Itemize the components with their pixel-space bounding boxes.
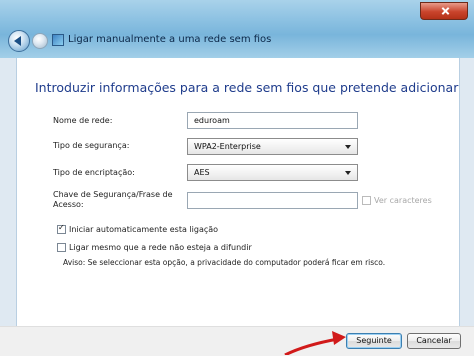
security-type-label: Tipo de segurança: xyxy=(53,141,130,150)
wireless-network-icon xyxy=(52,34,64,46)
security-key-label: Chave de Segurança/Frase de Acesso: xyxy=(53,190,173,209)
encryption-type-label: Tipo de encriptação: xyxy=(53,168,135,177)
page-heading: Introduzir informações para a rede sem f… xyxy=(35,80,459,95)
close-icon[interactable] xyxy=(420,2,468,20)
content-panel: Introduzir informações para a rede sem f… xyxy=(16,58,460,326)
show-characters-checkbox[interactable] xyxy=(362,196,371,205)
connect-hidden-checkbox[interactable] xyxy=(57,243,66,252)
security-key-input[interactable] xyxy=(187,192,358,209)
next-button[interactable]: Seguinte xyxy=(346,333,402,349)
forward-arrow-icon xyxy=(32,33,48,49)
window-title: Ligar manualmente a uma rede sem fios xyxy=(68,34,272,45)
auto-start-checkbox[interactable] xyxy=(57,223,66,234)
back-arrow-icon[interactable] xyxy=(8,30,30,52)
auto-start-label: Iniciar automaticamente esta ligação xyxy=(69,225,219,234)
warning-note: Aviso: Se seleccionar esta opção, a priv… xyxy=(63,258,386,267)
network-name-input[interactable]: eduroam xyxy=(187,112,358,129)
encryption-type-select[interactable]: AES xyxy=(187,164,358,181)
encryption-type-value: AES xyxy=(194,168,210,177)
security-type-select[interactable]: WPA2-Enterprise xyxy=(187,138,358,155)
wizard-window: Ligar manualmente a uma rede sem fios In… xyxy=(0,0,474,356)
network-name-label: Nome de rede: xyxy=(53,116,113,125)
cancel-button[interactable]: Cancelar xyxy=(407,333,461,349)
title-bar: Ligar manualmente a uma rede sem fios xyxy=(0,0,474,58)
connect-hidden-label: Ligar mesmo que a rede não esteja a difu… xyxy=(69,243,252,252)
footer-bar xyxy=(0,326,474,356)
chevron-down-icon xyxy=(345,145,351,149)
chevron-down-icon xyxy=(345,171,351,175)
security-type-value: WPA2-Enterprise xyxy=(194,142,261,151)
show-characters-label: Ver caracteres xyxy=(374,196,432,205)
